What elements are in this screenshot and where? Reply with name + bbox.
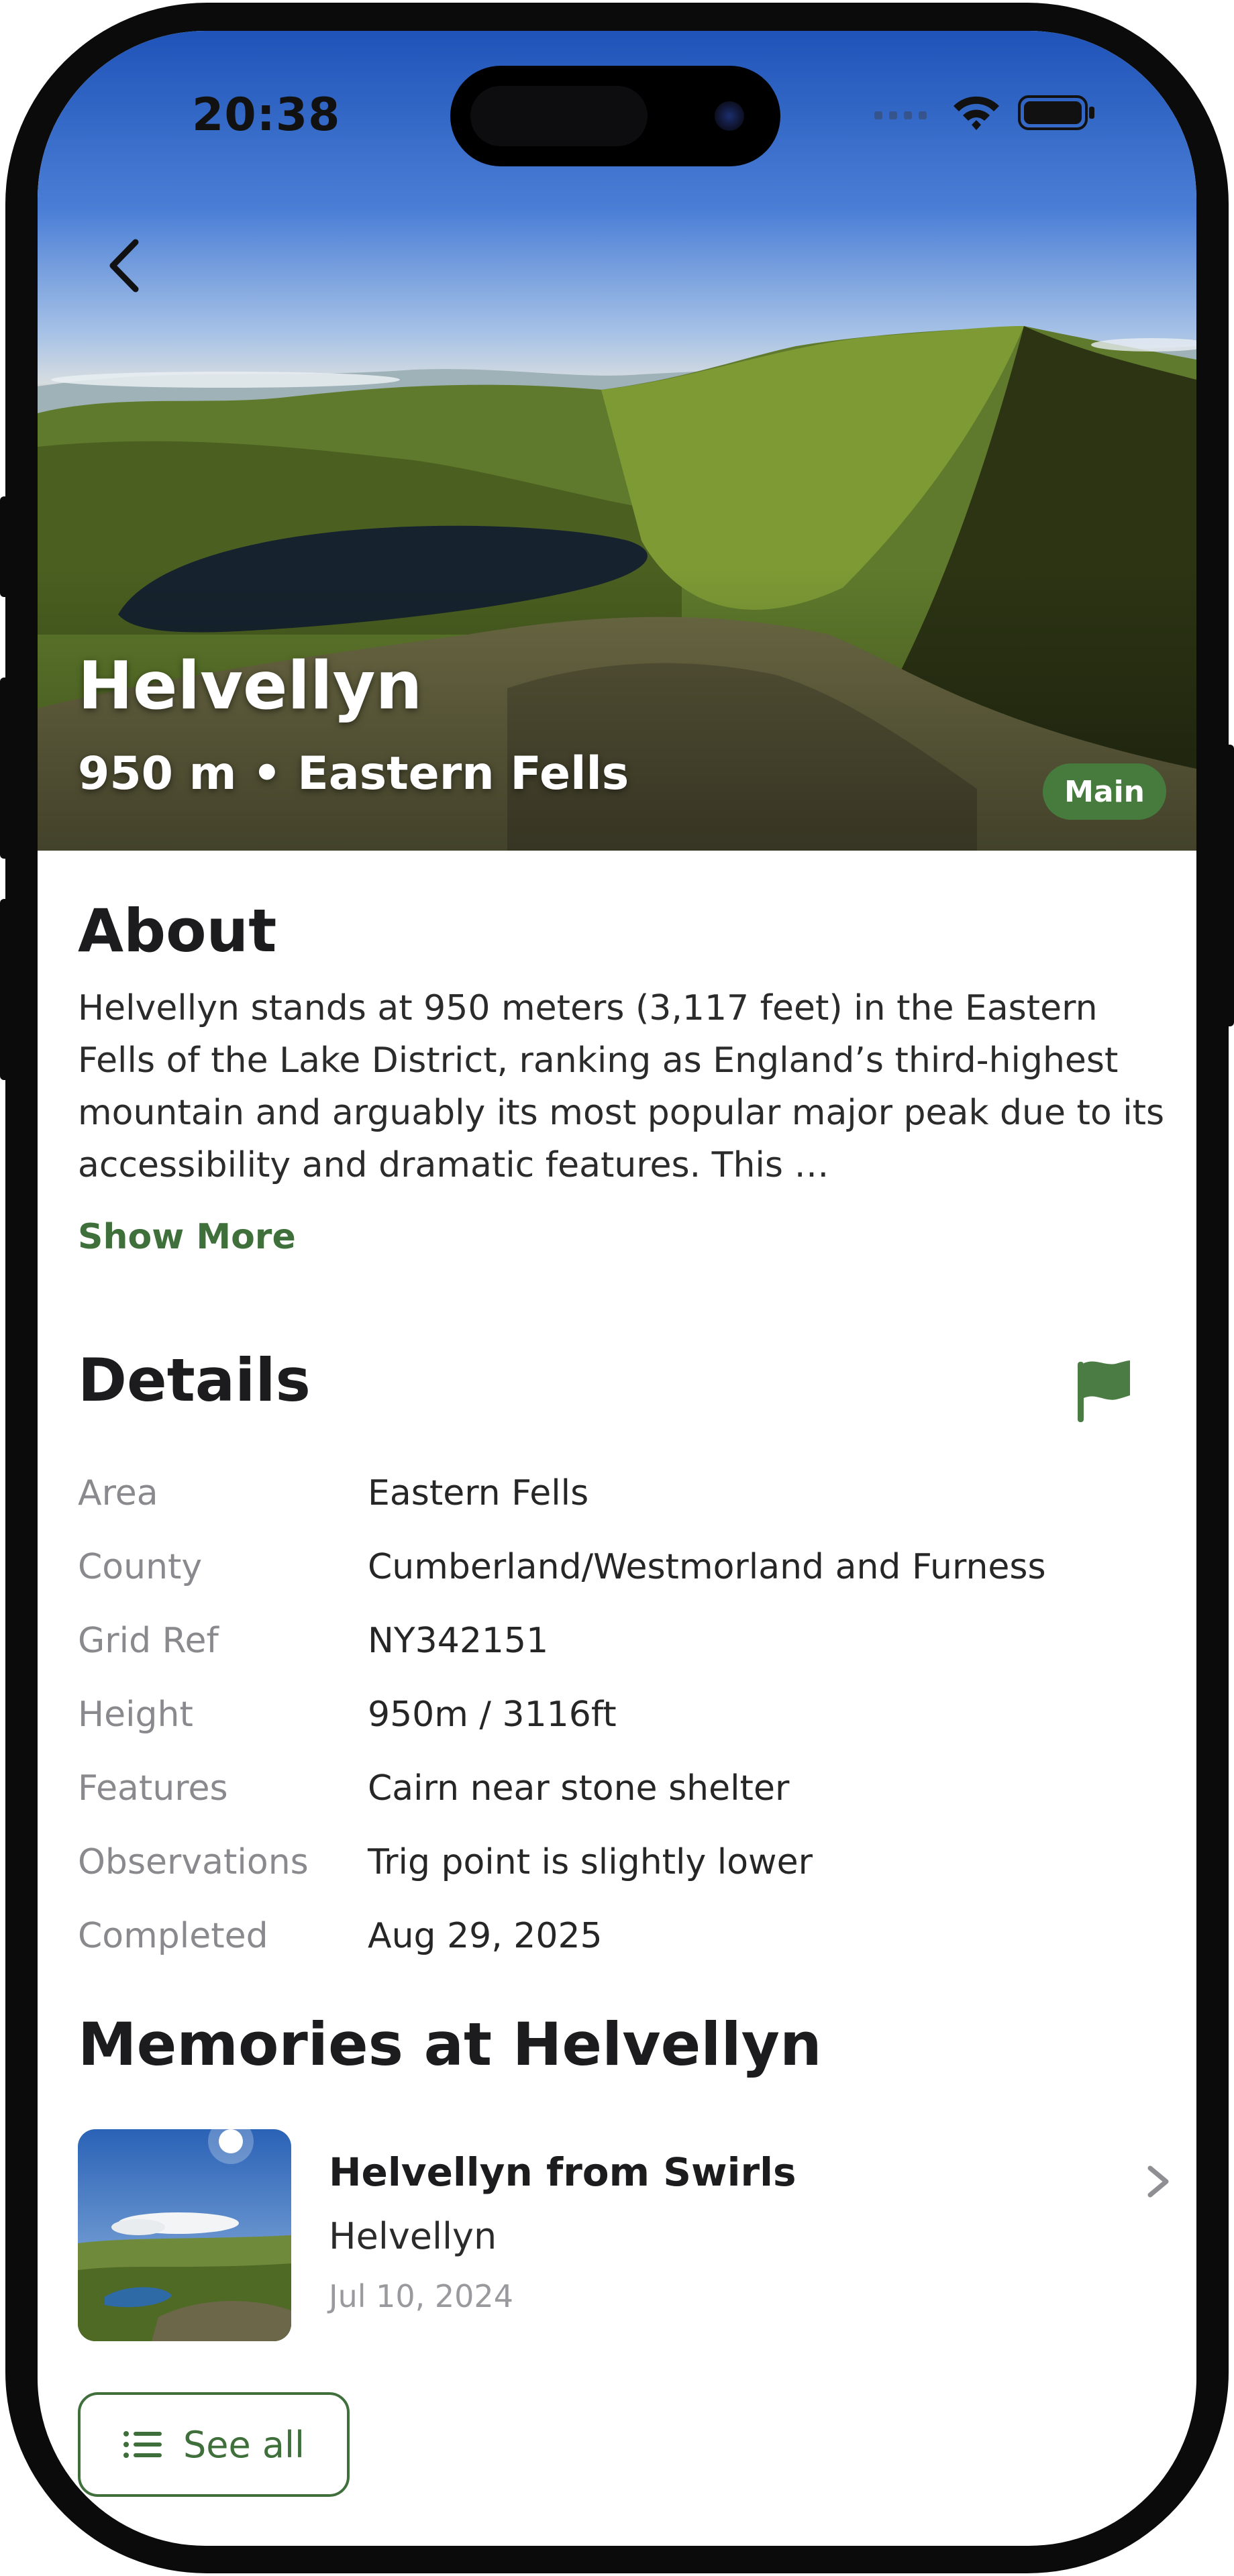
wifi-icon [954,96,999,130]
memories-heading: Memories at Helvellyn [78,2010,822,2079]
detail-value: NY342151 [368,1621,549,1661]
detail-value: Eastern Fells [368,1473,589,1513]
detail-label: Observations [78,1842,309,1882]
memory-title: Helvellyn from Swirls [329,2149,796,2195]
side-button-volume-up [0,678,9,859]
battery-icon [1018,95,1094,130]
memory-place: Helvellyn [329,2215,497,2257]
memory-list-item[interactable]: Helvellyn from Swirls Helvellyn Jul 10, … [78,2129,1169,2344]
list-icon [123,2431,162,2458]
detail-row-completed: Completed Aug 29, 2025 [78,1916,1151,1976]
see-all-button[interactable]: See all [78,2392,350,2497]
about-text: Helvellyn stands at 950 meters (3,117 fe… [78,988,1165,1185]
detail-value: 950m / 3116ft [368,1695,617,1735]
hero-image: 20:38 Helvellyn 950 m • Eastern Fells Ma… [38,31,1196,851]
peak-subtitle: 950 m • Eastern Fells [78,747,629,800]
dynamic-island [450,66,780,166]
detail-row-county: County Cumberland/Westmorland and Furnes… [78,1547,1151,1607]
detail-label: Grid Ref [78,1621,219,1661]
detail-label: Area [78,1473,158,1513]
peak-title: Helvellyn [78,648,423,724]
side-button-action [0,496,9,597]
category-badge: Main [1043,763,1166,820]
chevron-right-icon [1147,2165,1169,2198]
detail-value: Cairn near stone shelter [368,1768,790,1809]
chevron-left-icon [109,239,139,292]
memory-date: Jul 10, 2024 [329,2278,513,2314]
flag-icon[interactable] [1064,1354,1138,1428]
side-button-power [1225,745,1234,1026]
camera-icon [715,101,744,131]
detail-row-height: Height 950m / 3116ft [78,1695,1151,1755]
detail-value: Trig point is slightly lower [368,1842,813,1882]
detail-row-observations: Observations Trig point is slightly lowe… [78,1842,1151,1902]
side-button-volume-down [0,899,9,1080]
show-more-link[interactable]: Show More [78,1217,296,1257]
back-button[interactable] [91,232,158,299]
status-time: 20:38 [192,89,341,142]
see-all-label: See all [183,2423,305,2466]
detail-value: Aug 29, 2025 [368,1916,603,1956]
detail-label: County [78,1547,203,1587]
details-heading: Details [78,1346,311,1415]
detail-row-grid-ref: Grid Ref NY342151 [78,1621,1151,1681]
detail-label: Features [78,1768,228,1809]
about-heading: About [78,896,277,965]
signal-icon [874,111,927,119]
detail-row-area: Area Eastern Fells [78,1473,1151,1534]
detail-label: Completed [78,1916,268,1956]
screen: 20:38 Helvellyn 950 m • Eastern Fells Ma… [38,31,1196,2546]
detail-row-features: Features Cairn near stone shelter [78,1768,1151,1829]
memory-thumbnail [78,2129,291,2341]
detail-value: Cumberland/Westmorland and Furness [368,1547,1046,1587]
detail-label: Height [78,1695,193,1735]
status-icons [874,93,1096,133]
